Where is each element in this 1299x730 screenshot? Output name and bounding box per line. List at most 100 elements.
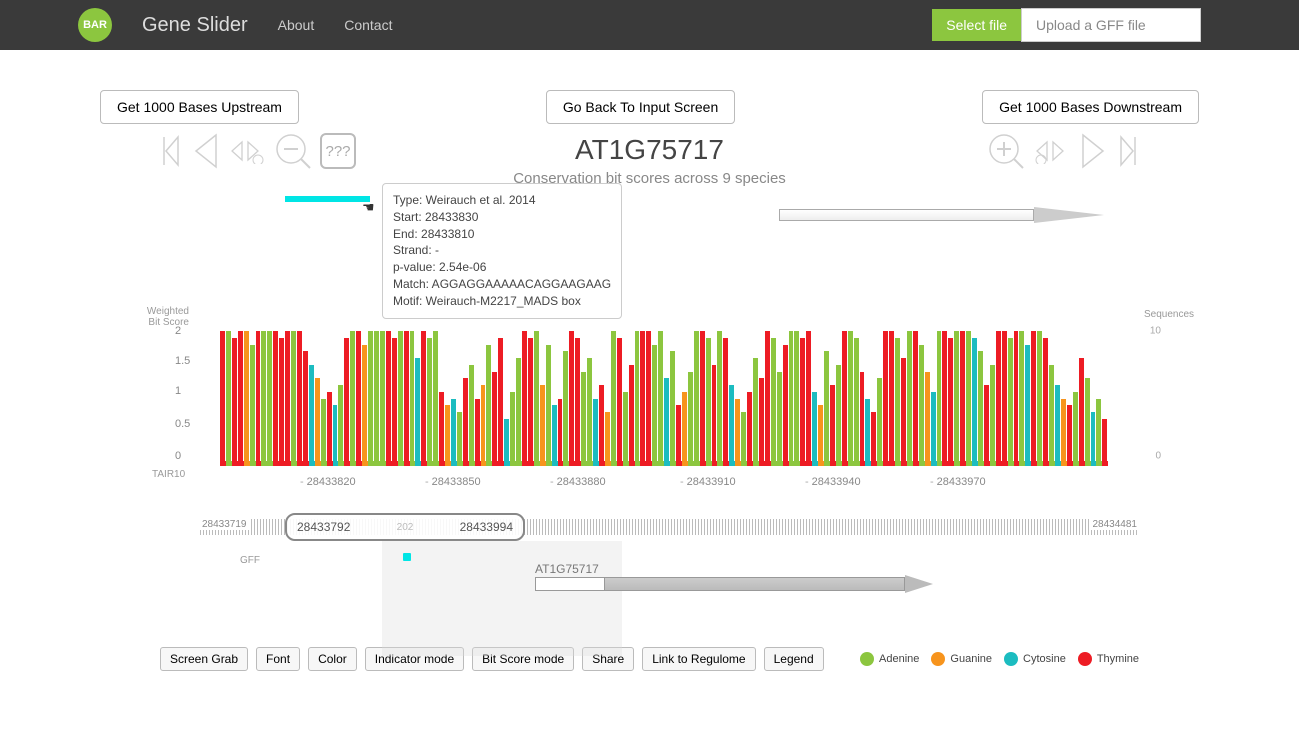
play-right-icon[interactable]	[1079, 131, 1109, 171]
chart-bar[interactable]	[528, 338, 533, 466]
chart-bar[interactable]	[279, 338, 284, 466]
chart-bar[interactable]	[226, 331, 231, 466]
chart-bar[interactable]	[830, 385, 835, 466]
bottom-btn-link-to-regulome[interactable]: Link to Regulome	[642, 647, 755, 671]
chart-bar[interactable]	[327, 392, 332, 466]
chart-bar[interactable]	[534, 331, 539, 466]
chart-bar[interactable]	[729, 385, 734, 466]
chart-bar[interactable]	[546, 345, 551, 467]
chart-bar[interactable]	[1061, 399, 1066, 467]
chart-bar[interactable]	[386, 331, 391, 466]
chart-bar[interactable]	[368, 331, 373, 466]
chart-bar[interactable]	[913, 331, 918, 466]
chart-bar[interactable]	[380, 331, 385, 466]
chart-bar[interactable]	[942, 331, 947, 466]
chart-bar[interactable]	[250, 345, 255, 467]
chart-bar[interactable]	[244, 331, 249, 466]
chart-bar[interactable]	[800, 338, 805, 466]
chart-bar[interactable]	[433, 331, 438, 466]
skip-start-icon[interactable]	[160, 134, 182, 168]
chart-bar[interactable]	[445, 405, 450, 466]
chart-bar[interactable]	[492, 372, 497, 467]
nav-contact[interactable]: Contact	[344, 17, 392, 33]
chart-bar[interactable]	[836, 365, 841, 466]
chart-bar[interactable]	[682, 392, 687, 466]
chart-bar[interactable]	[315, 378, 320, 466]
chart-bar[interactable]	[605, 412, 610, 466]
chart-bar[interactable]	[333, 405, 338, 466]
goback-button[interactable]: Go Back To Input Screen	[546, 90, 735, 124]
chart-bar[interactable]	[937, 331, 942, 466]
chart-bar[interactable]	[818, 405, 823, 466]
chart-bar[interactable]	[925, 372, 930, 467]
chart-bar[interactable]	[1067, 405, 1072, 466]
chart-bar[interactable]	[646, 331, 651, 466]
chart-bar[interactable]	[463, 378, 468, 466]
chart-bar[interactable]	[848, 331, 853, 466]
chart-bar[interactable]	[865, 399, 870, 467]
chart-bar[interactable]	[398, 331, 403, 466]
chart-bar[interactable]	[617, 338, 622, 466]
chart-bar[interactable]	[652, 345, 657, 467]
gff-motif-dot[interactable]	[403, 553, 411, 561]
step-pair-right-icon[interactable]	[1033, 138, 1071, 164]
chart-bar[interactable]	[794, 331, 799, 466]
chart-bar[interactable]	[771, 338, 776, 466]
chart-bar[interactable]	[1019, 331, 1024, 466]
chart-bar[interactable]	[593, 399, 598, 467]
chart-bar[interactable]	[664, 378, 669, 466]
chart-bar[interactable]	[670, 351, 675, 466]
chart-bar[interactable]	[1096, 399, 1101, 467]
chart-bar[interactable]	[220, 331, 225, 466]
chart-bar[interactable]	[522, 331, 527, 466]
chart-bar[interactable]	[410, 331, 415, 466]
chart-bar[interactable]	[344, 338, 349, 466]
chart-bar[interactable]	[267, 331, 272, 466]
chart-bar[interactable]	[297, 331, 302, 466]
chart-bar[interactable]	[1055, 385, 1060, 466]
select-file-button[interactable]: Select file	[932, 9, 1021, 41]
chart-bar[interactable]	[694, 331, 699, 466]
chart-bar[interactable]	[640, 331, 645, 466]
chart-bar[interactable]	[1002, 331, 1007, 466]
upstream-button[interactable]: Get 1000 Bases Upstream	[100, 90, 299, 124]
overview-window[interactable]: 28433792 202 28433994	[285, 513, 525, 541]
chart-bar[interactable]	[475, 399, 480, 467]
chart-bar[interactable]	[421, 331, 426, 466]
chart-bar[interactable]	[812, 392, 817, 466]
chart-bar[interactable]	[871, 412, 876, 466]
chart-bar[interactable]	[948, 338, 953, 466]
chart-bar[interactable]	[481, 385, 486, 466]
step-pair-icon[interactable]	[228, 138, 266, 164]
chart-bar[interactable]	[765, 331, 770, 466]
chart-bar[interactable]	[972, 338, 977, 466]
bottom-btn-legend[interactable]: Legend	[764, 647, 824, 671]
chart-bar[interactable]	[901, 358, 906, 466]
chart-bar[interactable]	[676, 405, 681, 466]
chart-bar[interactable]	[629, 365, 634, 466]
nav-about[interactable]: About	[278, 17, 315, 33]
chart-bar[interactable]	[338, 385, 343, 466]
chart-bar[interactable]	[362, 345, 367, 467]
chart-bar[interactable]	[256, 331, 261, 466]
chart-bar[interactable]	[966, 331, 971, 466]
chart-bar[interactable]	[392, 338, 397, 466]
chart-bar[interactable]	[877, 378, 882, 466]
chart-bar[interactable]	[261, 331, 266, 466]
chart-bar[interactable]	[498, 338, 503, 466]
chart-bar[interactable]	[978, 351, 983, 466]
skip-end-icon[interactable]	[1117, 134, 1139, 168]
chart-bar[interactable]	[984, 385, 989, 466]
chart-bar[interactable]	[635, 331, 640, 466]
chart-bar[interactable]	[717, 331, 722, 466]
chart-bar[interactable]	[273, 331, 278, 466]
chart-bar[interactable]	[356, 331, 361, 466]
chart-bar[interactable]	[907, 331, 912, 466]
chart-bar[interactable]	[285, 331, 290, 466]
chart-bar[interactable]	[759, 378, 764, 466]
chart-bar[interactable]	[404, 331, 409, 466]
chart-bar[interactable]	[990, 365, 995, 466]
chart-bar[interactable]	[374, 331, 379, 466]
chart-bar[interactable]	[516, 358, 521, 466]
chart-bar[interactable]	[895, 338, 900, 466]
